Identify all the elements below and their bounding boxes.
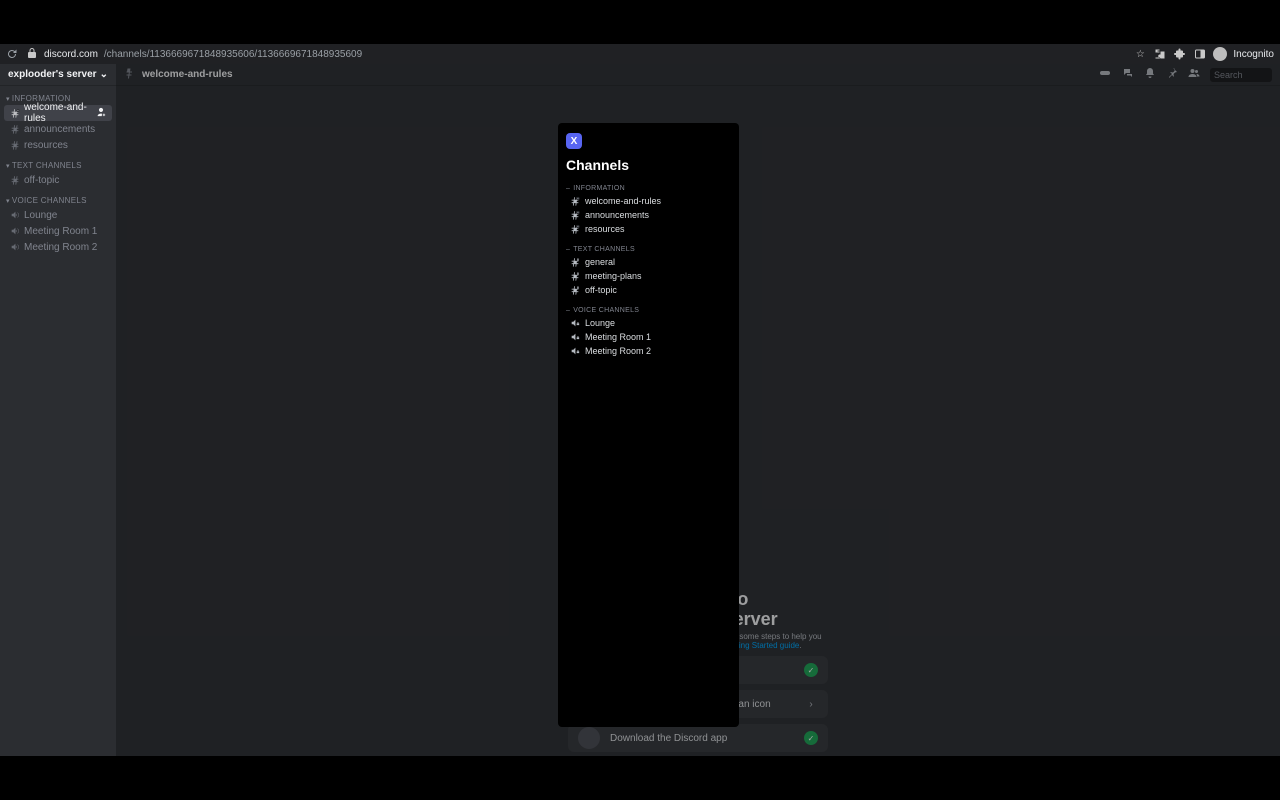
browser-reload-button[interactable] [4, 46, 20, 62]
speaker-lock-icon [570, 332, 580, 342]
channel-lounge[interactable]: Lounge [4, 207, 112, 223]
server-header[interactable]: explooder's server ⌄ [0, 64, 116, 86]
speaker-lock-icon [570, 318, 580, 328]
invite-icon[interactable] [96, 107, 106, 119]
hash-lock-icon [570, 257, 580, 267]
channel-welcome-and-rules[interactable]: welcome-and-rules [4, 105, 112, 121]
browser-chrome-bar: discord.com/channels/1136669671848935606… [0, 44, 1280, 64]
chevron-down-icon: ⌄ [100, 69, 108, 80]
modal-channel-off-topic[interactable]: off-topic [566, 285, 731, 295]
url-path[interactable]: /channels/1136669671848935606/1136669671… [104, 49, 362, 60]
translate-icon[interactable] [1153, 47, 1167, 61]
channel-resources[interactable]: resources [4, 137, 112, 153]
modal-channel-resources[interactable]: resources [566, 224, 731, 234]
speaker-lock-icon [570, 346, 580, 356]
hash-icon [10, 140, 20, 150]
rules-hash-icon [570, 224, 580, 234]
hash-icon [10, 124, 20, 134]
hash-icon [10, 108, 20, 118]
letterbox-top [0, 0, 1280, 44]
category-voice-channels[interactable]: ▾ VOICE CHANNELS [0, 188, 116, 207]
modal-close-button[interactable]: X [566, 133, 582, 149]
letterbox-bottom [0, 756, 1280, 800]
modal-channel-announcements[interactable]: announcements [566, 210, 731, 220]
modal-channel-general[interactable]: general [566, 257, 731, 267]
server-name: explooder's server [8, 69, 97, 80]
channel-meeting-room-1[interactable]: Meeting Room 1 [4, 223, 112, 239]
hash-lock-icon [570, 271, 580, 281]
channels-modal: X Channels INFORMATION welcome-and-rules a… [558, 123, 739, 727]
modal-channel-welcome-and-rules[interactable]: welcome-and-rules [566, 196, 731, 206]
extensions-icon[interactable] [1173, 47, 1187, 61]
panel-icon[interactable] [1193, 47, 1207, 61]
category-text-channels[interactable]: ▾ TEXT CHANNELS [0, 153, 116, 172]
modal-channel-meeting-plans[interactable]: meeting-plans [566, 271, 731, 281]
channel-off-topic[interactable]: off-topic [4, 172, 112, 188]
speaker-icon [10, 242, 20, 252]
modal-channel-meeting-room-2[interactable]: Meeting Room 2 [566, 346, 731, 356]
lock-icon [26, 47, 38, 62]
speaker-icon [10, 210, 20, 220]
modal-channel-meeting-room-1[interactable]: Meeting Room 1 [566, 332, 731, 342]
incognito-avatar-icon[interactable] [1213, 47, 1227, 61]
hash-icon [10, 175, 20, 185]
bookmark-star-icon[interactable]: ☆ [1133, 47, 1147, 61]
modal-category-text-channels[interactable]: TEXT CHANNELS [566, 246, 731, 253]
url-host[interactable]: discord.com [44, 49, 98, 60]
rules-hash-icon [570, 210, 580, 220]
channel-announcements[interactable]: announcements [4, 121, 112, 137]
hash-lock-icon [570, 285, 580, 295]
modal-category-voice-channels[interactable]: VOICE CHANNELS [566, 307, 731, 314]
channel-sidebar: explooder's server ⌄ ▾ INFORMATIONwelcom… [0, 64, 116, 756]
modal-title: Channels [566, 157, 731, 173]
modal-channel-lounge[interactable]: Lounge [566, 318, 731, 328]
incognito-label: Incognito [1233, 49, 1274, 60]
rules-hash-icon [570, 196, 580, 206]
modal-category-information[interactable]: INFORMATION [566, 185, 731, 192]
speaker-icon [10, 226, 20, 236]
channel-meeting-room-2[interactable]: Meeting Room 2 [4, 239, 112, 255]
